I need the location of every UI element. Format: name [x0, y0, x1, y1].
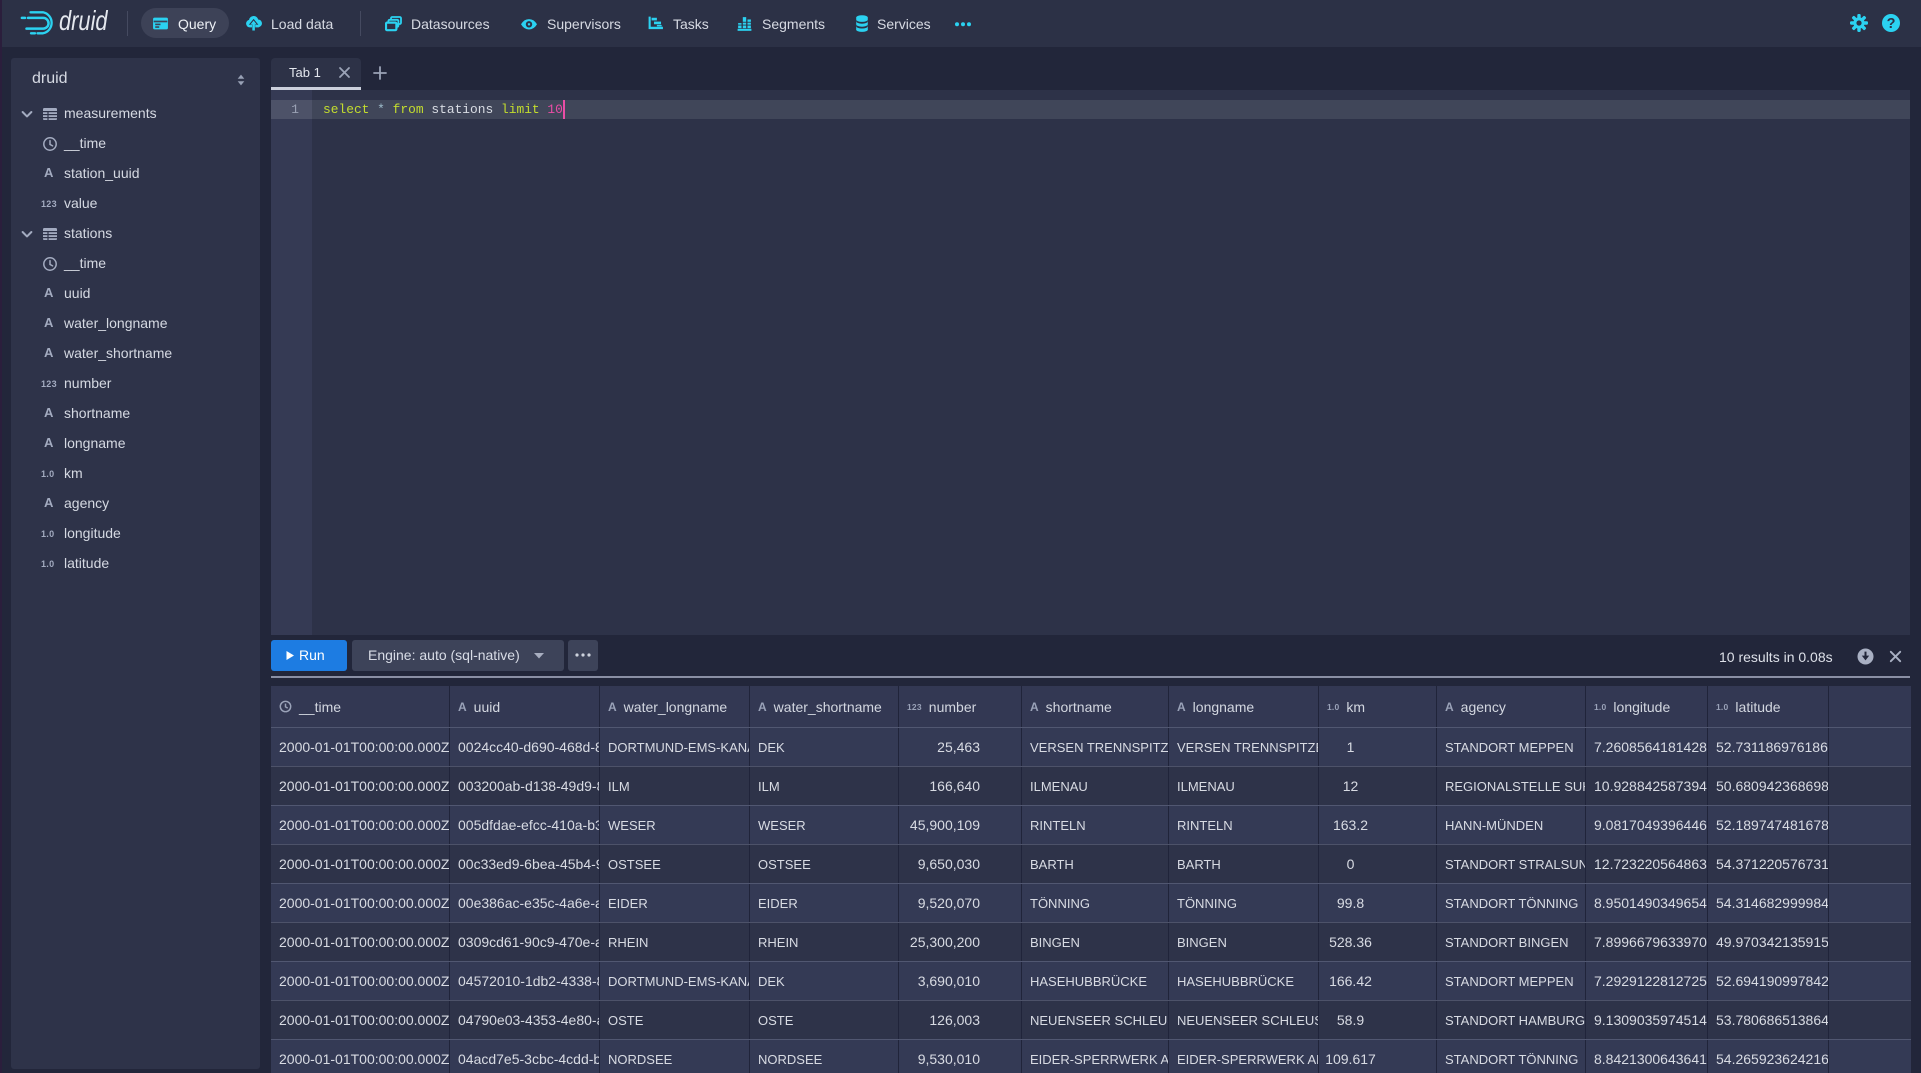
svg-text:?: ? [1887, 16, 1896, 32]
